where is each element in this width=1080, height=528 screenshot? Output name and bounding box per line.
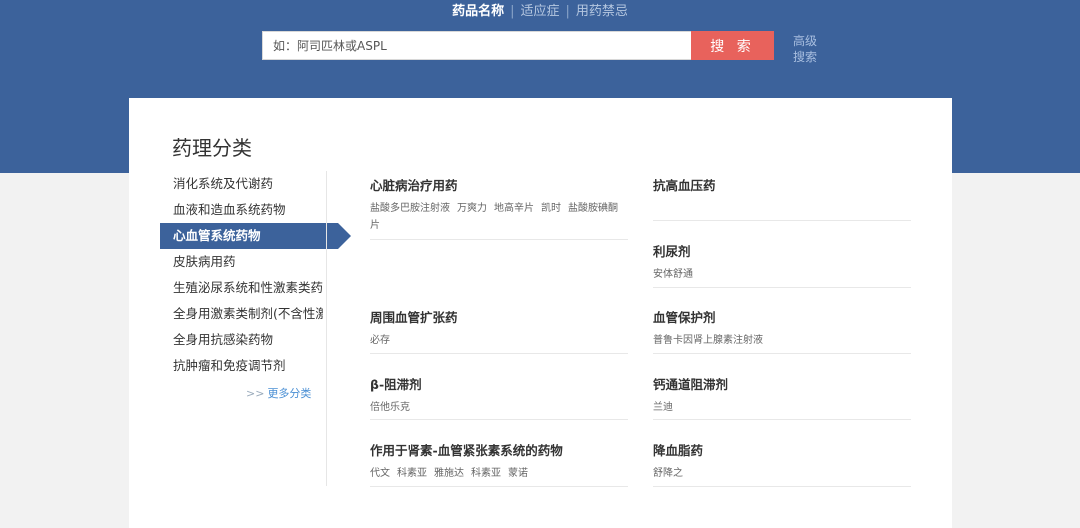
drug-group-title[interactable]: 降血脂药 (653, 440, 911, 459)
drug-link[interactable]: 地高辛片 (494, 203, 534, 214)
category-item[interactable]: 消化系统及代谢药 (160, 171, 323, 197)
drug-link[interactable]: 万爽力 (457, 203, 487, 214)
drug-group: 降血脂药 舒降之 (653, 440, 911, 487)
drug-link[interactable]: 蒙诺 (508, 468, 528, 479)
drug-group-title[interactable]: 钙通道阻滞剂 (653, 374, 911, 393)
drug-link[interactable]: 安体舒通 (653, 269, 693, 280)
search-button[interactable]: 搜 索 (691, 31, 774, 60)
drug-group-title[interactable]: 抗高血压药 (653, 175, 911, 194)
drug-link[interactable]: 代文 (370, 468, 390, 479)
tab-indication[interactable]: 适应症 (520, 4, 559, 19)
drug-group-items: 普鲁卡因肾上腺素注射液 (653, 332, 911, 349)
advanced-search-link[interactable]: 高级搜索 (793, 33, 823, 65)
category-item[interactable]: 全身用激素类制剂(不含性激 (160, 301, 323, 327)
drug-link[interactable]: 雅施达 (434, 468, 464, 479)
drug-group: β-阻滞剂 倍他乐克 (370, 374, 628, 420)
category-item[interactable]: 生殖泌尿系统和性激素类药 (160, 275, 323, 301)
category-item[interactable]: 全身用抗感染药物 (160, 327, 323, 353)
tab-contraindication[interactable]: 用药禁忌 (576, 4, 628, 19)
drug-link[interactable]: 舒降之 (653, 468, 683, 479)
drug-group-items: 代文 科素亚 雅施达 科素亚 蒙诺 (370, 465, 628, 482)
panel-title: 药理分类 (172, 136, 252, 160)
column-divider (326, 171, 327, 486)
pharmacology-panel: 药理分类 消化系统及代谢药 血液和造血系统药物 心血管系统药物 皮肤病用药 生殖… (129, 98, 952, 528)
drug-group-title[interactable]: 血管保护剂 (653, 307, 911, 326)
drug-group-items: 舒降之 (653, 465, 911, 482)
drug-group-title[interactable]: 心脏病治疗用药 (370, 175, 628, 194)
drug-link[interactable]: 科素亚 (471, 468, 501, 479)
drug-group: 周围血管扩张药 必存 (370, 307, 628, 354)
drug-link[interactable]: 盐酸多巴胺注射液 (370, 203, 450, 214)
tab-drug-name[interactable]: 药品名称 (452, 4, 504, 19)
drug-group: 心脏病治疗用药 盐酸多巴胺注射液 万爽力 地高辛片 凯时 盐酸胺碘酮片 (370, 175, 628, 240)
drug-group-title[interactable]: 周围血管扩张药 (370, 307, 628, 326)
drug-link[interactable]: 倍他乐克 (370, 402, 410, 413)
drug-group-title[interactable]: 利尿剂 (653, 241, 911, 260)
drug-link[interactable]: 凯时 (541, 203, 561, 214)
search-input[interactable] (262, 31, 691, 60)
category-item[interactable]: 皮肤病用药 (160, 249, 323, 275)
drug-group: 血管保护剂 普鲁卡因肾上腺素注射液 (653, 307, 911, 354)
drug-group: 抗高血压药 (653, 175, 911, 221)
more-categories-link[interactable]: >> 更多分类 (160, 385, 358, 401)
drug-group-items: 盐酸多巴胺注射液 万爽力 地高辛片 凯时 盐酸胺碘酮片 (370, 200, 628, 234)
tab-separator: | (510, 4, 515, 19)
drug-group-title[interactable]: 作用于肾素-血管紧张素系统的药物 (370, 440, 628, 459)
drug-link[interactable]: 兰迪 (653, 402, 673, 413)
tab-separator: | (565, 4, 570, 19)
category-item[interactable]: 血液和造血系统药物 (160, 197, 323, 223)
drug-group: 作用于肾素-血管紧张素系统的药物 代文 科素亚 雅施达 科素亚 蒙诺 (370, 440, 628, 487)
drug-group: 钙通道阻滞剂 兰迪 (653, 374, 911, 420)
drug-group-items: 倍他乐克 (370, 399, 628, 416)
drug-link[interactable]: 必存 (370, 335, 390, 346)
drug-group-title[interactable]: β-阻滞剂 (370, 374, 628, 393)
category-list: 消化系统及代谢药 血液和造血系统药物 心血管系统药物 皮肤病用药 生殖泌尿系统和… (160, 171, 358, 401)
drug-group-items: 必存 (370, 332, 628, 349)
search-type-tabs: 药品名称 | 适应症 | 用药禁忌 (0, 4, 1080, 20)
drug-group-items: 兰迪 (653, 399, 911, 416)
drug-link[interactable]: 科素亚 (397, 468, 427, 479)
double-chevron-right-icon: >> (246, 387, 265, 400)
drug-link[interactable]: 普鲁卡因肾上腺素注射液 (653, 335, 763, 346)
drug-group-items: 安体舒通 (653, 266, 911, 283)
category-item[interactable]: 抗肿瘤和免疫调节剂 (160, 353, 323, 379)
category-item-active[interactable]: 心血管系统药物 (160, 223, 351, 249)
more-categories-label: 更多分类 (267, 387, 312, 400)
drug-group: 利尿剂 安体舒通 (653, 241, 911, 288)
